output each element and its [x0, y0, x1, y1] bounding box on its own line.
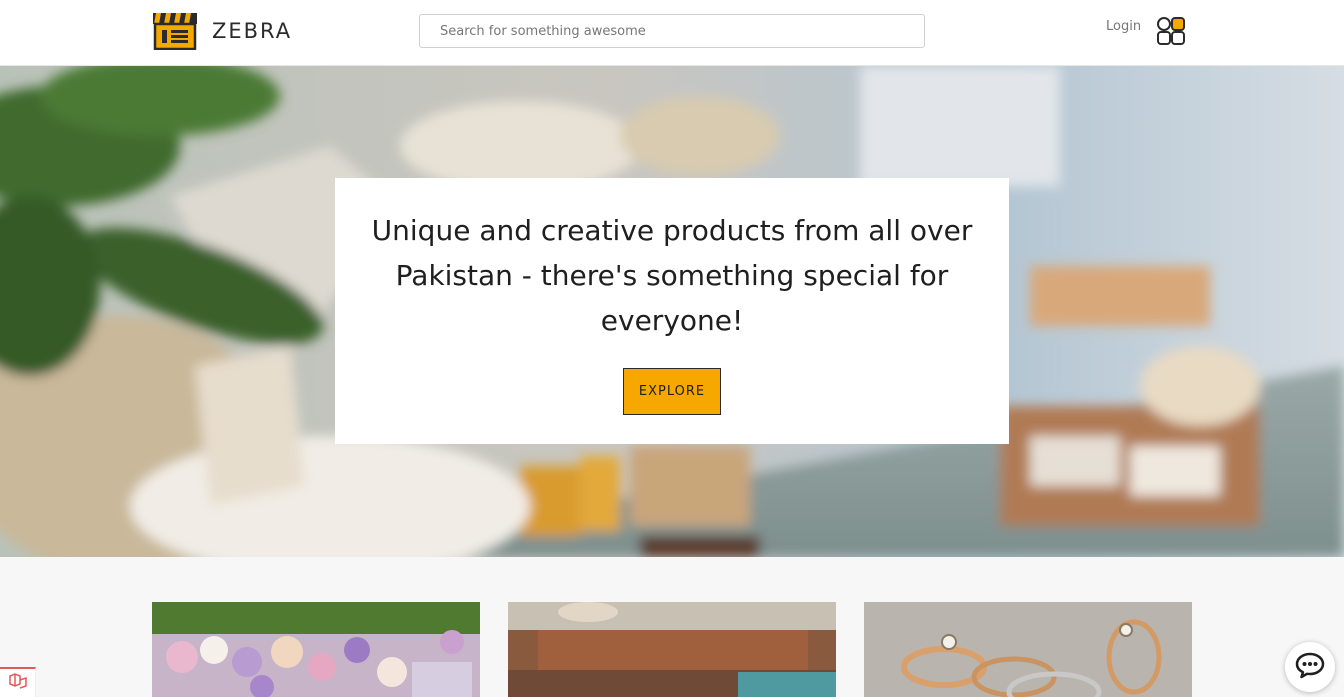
storefront-logo-icon — [152, 12, 198, 51]
explore-button[interactable]: EXPLORE — [623, 368, 721, 415]
product-card-flowers[interactable] — [152, 602, 480, 697]
app-badge[interactable] — [0, 667, 36, 697]
chat-bubble-icon — [1295, 651, 1325, 683]
brand-link[interactable]: ZEBRA — [152, 12, 293, 51]
login-link[interactable]: Login — [1106, 19, 1141, 34]
product-section — [0, 557, 1344, 697]
product-card-cafe[interactable] — [508, 602, 836, 697]
hero-card: Unique and creative products from all ov… — [335, 178, 1009, 444]
hero-banner: Unique and creative products from all ov… — [0, 66, 1344, 557]
chat-button[interactable] — [1285, 642, 1335, 692]
flower-gift-box-photo — [152, 602, 480, 697]
gold-rings-photo — [864, 602, 1192, 697]
site-header: ZEBRA Login — [0, 0, 1344, 66]
cafe-interior-photo — [508, 602, 836, 697]
brand-name: ZEBRA — [212, 19, 293, 43]
search-input[interactable] — [419, 14, 925, 48]
apps-grid-icon[interactable] — [1156, 16, 1186, 46]
app-badge-icon — [8, 672, 28, 694]
hero-title: Unique and creative products from all ov… — [371, 214, 973, 337]
product-card-rings[interactable] — [864, 602, 1192, 697]
